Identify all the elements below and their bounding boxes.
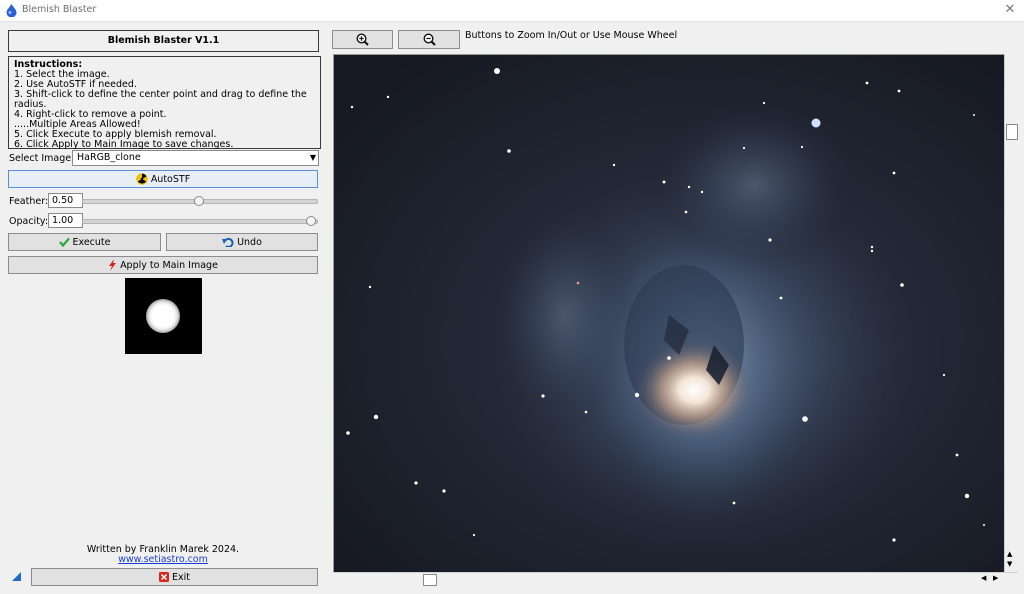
autostf-label: AutoSTF <box>150 173 191 185</box>
window-title: Blemish Blaster <box>22 4 97 15</box>
execute-label: Execute <box>72 236 111 248</box>
select-image-label: Select Image: <box>9 153 75 164</box>
scroll-right-arrow-icon[interactable]: ▶ <box>993 574 998 582</box>
horizontal-scrollbar[interactable]: ◀ ▶ <box>333 572 1018 586</box>
exit-label: Exit <box>172 571 190 583</box>
select-image-value: HaRGB_clone <box>77 152 141 163</box>
app-heading: Blemish Blaster V1.1 <box>8 30 319 52</box>
instruction-line: 3. Shift-click to define the center poin… <box>14 89 307 110</box>
checkmark-icon <box>58 237 70 247</box>
horizontal-scrollbar-thumb[interactable] <box>423 574 437 586</box>
instruction-line: 6. Click Apply to Main Image to save cha… <box>14 139 234 150</box>
zoom-hint-text: Buttons to Zoom In/Out or Use Mouse Whee… <box>465 30 678 41</box>
undo-button[interactable]: Undo <box>166 233 318 251</box>
instructions-panel: Instructions: 1. Select the image. 2. Us… <box>8 56 321 150</box>
undo-icon <box>222 237 234 247</box>
opacity-slider-handle[interactable] <box>306 216 316 226</box>
zoom-in-icon <box>356 33 369 46</box>
radiation-icon <box>136 173 148 185</box>
opacity-spinbox[interactable]: 1.00 <box>48 213 83 228</box>
lightning-icon <box>109 259 117 271</box>
undo-label: Undo <box>237 236 262 248</box>
apply-label: Apply to Main Image <box>120 259 218 271</box>
size-grip-icon[interactable] <box>12 572 21 581</box>
autostf-button[interactable]: AutoSTF <box>8 170 318 188</box>
opacity-label: Opacity: <box>9 216 49 227</box>
title-bar: Blemish Blaster ✕ <box>0 0 1024 22</box>
scroll-left-arrow-icon[interactable]: ◀ <box>981 574 986 582</box>
exit-button[interactable]: Exit <box>31 568 318 586</box>
close-icon[interactable]: ✕ <box>1001 2 1019 18</box>
chevron-down-icon: ▼ <box>309 153 316 162</box>
zoom-out-icon <box>422 33 436 46</box>
mask-preview-circle <box>146 299 180 333</box>
feather-spinbox[interactable]: 0.50 <box>48 193 83 208</box>
website-link[interactable]: www.setiastro.com <box>118 554 208 565</box>
nebula-image[interactable] <box>334 55 1005 573</box>
zoom-in-button[interactable] <box>332 30 393 49</box>
scroll-down-arrow-icon[interactable]: ▼ <box>1007 560 1012 568</box>
mask-preview <box>125 278 202 354</box>
feather-slider-handle[interactable] <box>194 196 204 206</box>
image-viewer[interactable] <box>333 54 1006 574</box>
vertical-scrollbar[interactable]: ▲ ▼ <box>1004 54 1018 572</box>
execute-button[interactable]: Execute <box>8 233 161 251</box>
scroll-up-arrow-icon[interactable]: ▲ <box>1007 550 1012 558</box>
website-link-row: www.setiastro.com <box>8 554 318 565</box>
zoom-out-button[interactable] <box>398 30 460 49</box>
app-icon <box>6 4 17 17</box>
vertical-scrollbar-thumb[interactable] <box>1006 124 1018 140</box>
select-image-dropdown[interactable]: HaRGB_clone ▼ <box>72 150 319 166</box>
apply-to-main-image-button[interactable]: Apply to Main Image <box>8 256 318 274</box>
exit-icon <box>159 572 169 582</box>
feather-label: Feather: <box>9 196 49 207</box>
opacity-slider[interactable] <box>82 219 318 224</box>
